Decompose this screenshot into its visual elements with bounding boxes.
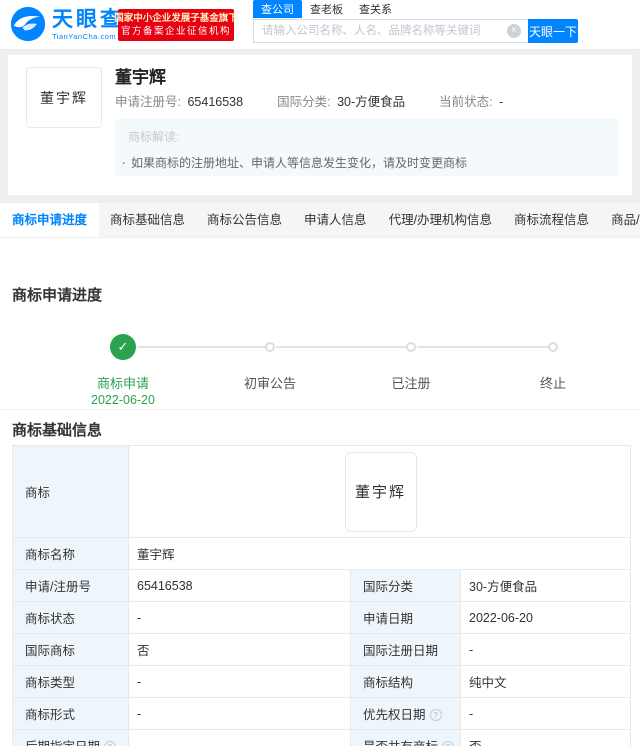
search-button[interactable]: 天眼一下 (528, 19, 578, 43)
stepper-line (137, 346, 265, 348)
row-label: 国际注册日期 (350, 633, 461, 666)
table-row: 商标名称 董宇辉 (12, 537, 631, 570)
eye-logo-icon (10, 6, 46, 42)
badge-line2: 官方备案企业征信机构 (120, 26, 231, 37)
step-label-preliminary: 初审公告 (243, 376, 296, 391)
step-label-terminated: 终止 (539, 376, 566, 391)
main-content: 商标申请进度 商标申请 2022-06-20 初审公告 已注册 终止 商标基础信… (0, 238, 640, 746)
badge-line1: 国家中小企业发展子基金旗下 (114, 13, 238, 24)
basic-info-table: 商标 董宇辉 商标名称 董宇辉 申请/注册号 65416538 国际分类 30-… (12, 445, 631, 746)
row-label-shared-trademark: 是否共有商标 (350, 729, 461, 746)
trademark-interpretation-panel: 商标解读: 如果商标的注册地址、申请人等信息发生变化，请及时变更商标 (115, 119, 619, 176)
help-icon[interactable] (104, 741, 117, 746)
clear-icon[interactable] (507, 24, 521, 38)
intl-class-value: 30-方便食品 (337, 95, 406, 109)
row-label-name: 商标名称 (12, 537, 129, 570)
interpretation-title: 商标解读: (128, 130, 180, 144)
row-label: 商标形式 (12, 697, 129, 730)
row-label-priority-date: 优先权日期 (350, 697, 461, 730)
tab-announcement-info[interactable]: 商标公告信息 (196, 203, 293, 237)
status-label: 当前状态: (439, 95, 493, 109)
step-label-registered: 已注册 (391, 376, 431, 391)
row-label: 国际分类 (350, 569, 461, 602)
reg-number-value: 65416538 (187, 95, 244, 109)
page: 天眼查 TianYanCha.com 国家中小企业发展子基金旗下 官方备案企业征… (0, 0, 640, 746)
basic-info-section-heading: 商标基础信息 (12, 422, 103, 439)
row-value: - (128, 601, 351, 634)
table-row: 国际商标 否 国际注册日期 - (12, 633, 631, 666)
table-row: 后期指定日期 - 是否共有商标 否 (12, 729, 631, 746)
header-search: 查公司 查老板 查关系 天眼一下 (253, 0, 578, 43)
search-tab-boss[interactable]: 查老板 (302, 0, 351, 18)
trademark-summary-card: 董宇辉 董宇辉 申请注册号: 65416538 国际分类: 30-方便食品 当前… (8, 55, 632, 195)
stepper-line (417, 346, 548, 348)
row-label: 商标结构 (350, 665, 461, 698)
table-row: 商标类型 - 商标结构 纯中文 (12, 665, 631, 698)
reg-number-label: 申请注册号: (115, 95, 181, 109)
step-date-application: 2022-06-20 (91, 393, 155, 407)
tab-agency-info[interactable]: 代理/办理机构信息 (378, 203, 503, 237)
tab-application-progress[interactable]: 商标申请进度 (0, 203, 100, 237)
row-value: - (128, 697, 351, 730)
row-value: - (128, 665, 351, 698)
table-row: 商标 董宇辉 (12, 445, 631, 538)
intl-class-label: 国际分类: (277, 95, 331, 109)
tab-goods-services[interactable]: 商品/服务项目 (600, 203, 640, 237)
row-value: 纯中文 (460, 665, 631, 698)
row-label: 申请/注册号 (12, 569, 129, 602)
trademark-title: 董宇辉 (115, 68, 166, 87)
search-tab-relation[interactable]: 查关系 (351, 0, 400, 18)
row-label-later-designation: 后期指定日期 (12, 729, 129, 746)
search-input[interactable] (253, 19, 528, 43)
step-pending-circle (406, 342, 416, 352)
logo-domain: TianYanCha.com (52, 31, 117, 41)
row-value: 65416538 (128, 569, 351, 602)
trademark-image-small: 董宇辉 (344, 451, 417, 532)
step-done-check-icon (110, 334, 136, 360)
stepper-line (276, 346, 406, 348)
row-value: - (460, 697, 631, 730)
search-tab-company[interactable]: 查公司 (253, 0, 302, 18)
table-row: 商标状态 - 申请日期 2022-06-20 (12, 601, 631, 634)
status-value: - (499, 95, 504, 109)
row-label: 商标类型 (12, 665, 129, 698)
row-label: 国际商标 (12, 633, 129, 666)
step-label-application: 商标申请 (96, 376, 149, 391)
row-label: 商标状态 (12, 601, 129, 634)
row-label: 申请日期 (350, 601, 461, 634)
help-icon[interactable] (442, 741, 455, 746)
row-value: 否 (460, 729, 631, 746)
table-row: 申请/注册号 65416538 国际分类 30-方便食品 (12, 569, 631, 602)
help-icon[interactable] (429, 709, 442, 721)
row-value: 否 (128, 633, 351, 666)
row-value: 2022-06-20 (460, 601, 631, 634)
trademark-meta: 申请注册号: 65416538 国际分类: 30-方便食品 当前状态: - (115, 91, 537, 110)
search-tabs: 查公司 查老板 查关系 (253, 0, 578, 18)
trademark-name-value: 董宇辉 (128, 537, 631, 570)
interpretation-item: 如果商标的注册地址、申请人等信息发生变化，请及时变更商标 (122, 154, 619, 171)
row-label-trademark: 商标 (12, 445, 129, 538)
section-divider (0, 409, 640, 410)
row-value: 30-方便食品 (460, 569, 631, 602)
application-progress-stepper: 商标申请 2022-06-20 初审公告 已注册 终止 (0, 238, 640, 418)
trademark-image: 董宇辉 (26, 67, 102, 128)
step-pending-circle (548, 342, 558, 352)
logo-name: 天眼查 (52, 7, 124, 31)
trademark-image-text: 董宇辉 (40, 91, 88, 107)
row-value: - (460, 633, 631, 666)
step-pending-circle (265, 342, 275, 352)
trademark-image-cell: 董宇辉 (128, 445, 631, 538)
tab-process-info[interactable]: 商标流程信息 (503, 203, 600, 237)
site-header: 天眼查 TianYanCha.com 国家中小企业发展子基金旗下 官方备案企业征… (0, 0, 640, 50)
certification-badge: 国家中小企业发展子基金旗下 官方备案企业征信机构 (114, 9, 238, 41)
section-tab-bar: 商标申请进度 商标基础信息 商标公告信息 申请人信息 代理/办理机构信息 商标流… (0, 203, 640, 238)
tianyancha-logo[interactable]: 天眼查 TianYanCha.com (10, 6, 124, 42)
table-row: 商标形式 - 优先权日期 - (12, 697, 631, 730)
row-value: - (128, 729, 351, 746)
tab-applicant-info[interactable]: 申请人信息 (293, 203, 378, 237)
tab-basic-info[interactable]: 商标基础信息 (99, 203, 196, 237)
